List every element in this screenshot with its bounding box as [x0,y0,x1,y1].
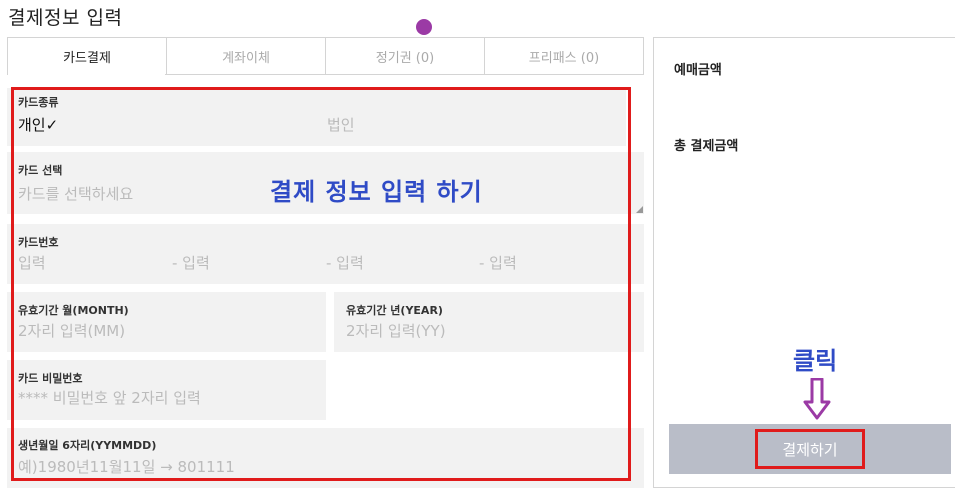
ticket-amount-label: 예매금액 [674,63,722,78]
form-highlight-frame [11,87,631,481]
tab-card-payment[interactable]: 카드결제 [7,37,167,75]
page-title: 결제정보 입력 [8,7,123,29]
tab-season-ticket[interactable]: 정기권 (0) [326,37,485,75]
tab-bank-transfer[interactable]: 계좌이체 [167,37,326,75]
scroll-resize-icon [636,206,643,213]
click-annotation-caption: 클릭 [793,347,838,375]
pay-button-highlight-frame [755,429,865,469]
payment-summary-panel [653,37,955,488]
tab-free-pass[interactable]: 프리패스 (0) [485,37,644,75]
tab-divider [165,74,644,75]
form-annotation-caption: 결제 정보 입력 하기 [270,178,483,206]
payment-method-tabs: 카드결제 계좌이체 정기권 (0) 프리패스 (0) [7,37,644,75]
arrow-down-icon [803,378,831,420]
total-amount-label: 총 결제금액 [674,139,739,154]
cursor-dot [416,19,432,35]
